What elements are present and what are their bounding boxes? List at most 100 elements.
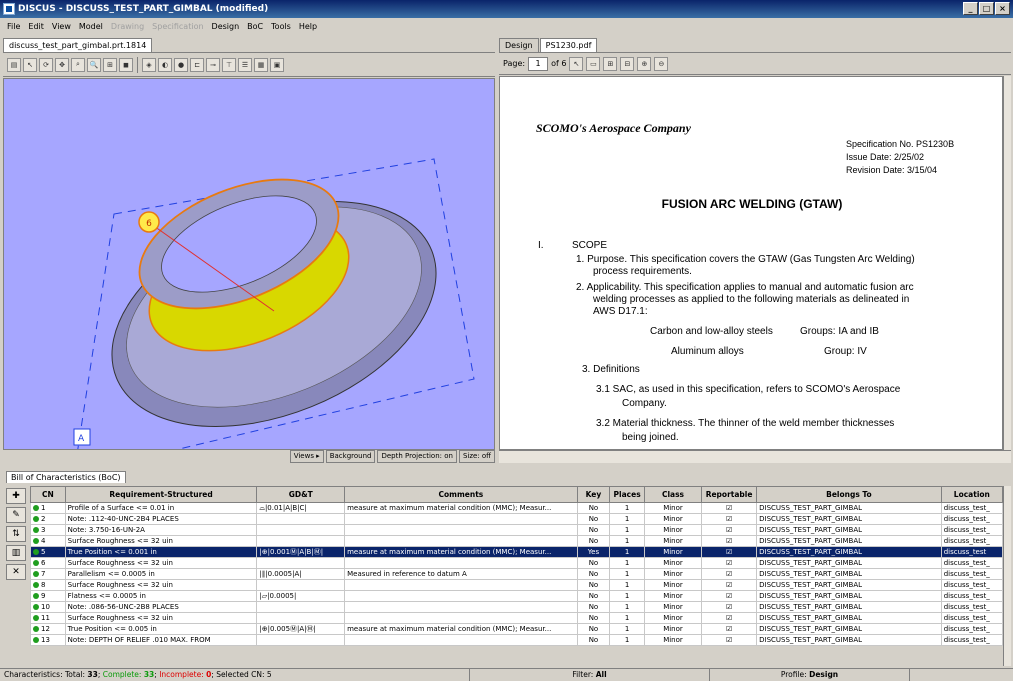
tab-design[interactable]: Design [499,38,539,52]
columns-icon[interactable]: ▥ [6,545,26,561]
grid-icon[interactable]: ▦ [254,57,268,72]
cell-places[interactable]: 1 [609,513,645,525]
tab-pdf[interactable]: PS1230.pdf [539,38,598,52]
cell-places[interactable]: 1 [609,612,645,624]
zoom-in-icon[interactable]: ⊕ [637,56,652,71]
cell-requirement[interactable]: True Position <= 0.005 in [64,623,258,635]
boc-vertical-scrollbar[interactable] [1003,486,1011,666]
rotate-icon[interactable]: ⟳ [39,57,53,72]
cell-requirement[interactable]: Note: 3.750-16-UN-2A [64,524,258,536]
table-row[interactable]: 1 Profile of a Surface <= 0.01 in ⌓|0.01|A… [30,502,1004,514]
cell-location[interactable]: discuss_test_ [940,557,1004,569]
edit-characteristic-icon[interactable]: ✎ [6,507,26,523]
cell-location[interactable]: discuss_test_ [940,535,1004,547]
cell-belongs-to[interactable]: DISCUSS_TEST_PART_GIMBAL [756,546,942,558]
pdf-viewer[interactable]: SCOMO's Aerospace Company Specification … [499,76,1003,450]
table-row[interactable]: 8 Surface Roughness <= 32 uin No 1 Minor ☑ DIS… [30,579,1004,591]
cell-requirement[interactable]: True Position <= 0.001 in [64,546,258,558]
cell-requirement[interactable]: Note: DEPTH OF RELIEF .010 MAX. FROM [64,634,258,646]
cell-belongs-to[interactable]: DISCUSS_TEST_PART_GIMBAL [756,623,942,635]
table-row[interactable]: 11 Surface Roughness <= 32 uin No 1 Minor ☑ DI… [30,612,1004,624]
cell-places[interactable]: 1 [609,502,645,514]
pdf-horizontal-scrollbar[interactable] [499,450,1011,463]
cell-reportable[interactable]: ☑ [701,535,758,547]
cell-gdt[interactable] [256,535,346,547]
col-cn[interactable]: CN [30,486,66,503]
menu-model[interactable]: Model [75,22,107,31]
cell-belongs-to[interactable]: DISCUSS_TEST_PART_GIMBAL [756,535,942,547]
pointer-icon[interactable]: ↖ [23,57,37,72]
menu-design[interactable]: Design [208,22,244,31]
cell-comments[interactable]: measure at maximum material condition (M… [344,623,578,635]
cell-requirement[interactable]: Note: .086-56-UNC-2B8 PLACES [64,601,258,613]
datum-icon[interactable]: ⊤ [222,57,236,72]
cell-comments[interactable] [344,513,578,525]
cell-cn[interactable]: 2 [30,513,66,525]
cell-requirement[interactable]: Profile of a Surface <= 0.01 in [64,502,258,514]
cell-gdt[interactable] [256,634,346,646]
cell-key[interactable]: No [576,590,611,602]
cell-cn[interactable]: 12 [30,623,66,635]
cell-location[interactable]: discuss_test_ [940,568,1004,580]
cell-comments[interactable]: measure at maximum material condition (M… [344,546,578,558]
cell-belongs-to[interactable]: DISCUSS_TEST_PART_GIMBAL [756,568,942,580]
cell-belongs-to[interactable]: DISCUSS_TEST_PART_GIMBAL [756,634,942,646]
cell-key[interactable]: No [576,579,611,591]
cell-cn[interactable]: 11 [30,612,66,624]
cell-class[interactable]: Minor [643,568,703,580]
cell-reportable[interactable]: ☑ [701,513,758,525]
add-characteristic-icon[interactable]: ✚ [6,488,26,504]
menu-specification[interactable]: Specification [148,22,207,31]
cell-reportable[interactable]: ☑ [701,546,758,558]
cell-location[interactable]: discuss_test_ [940,513,1004,525]
cell-places[interactable]: 1 [609,546,645,558]
cell-cn[interactable]: 5 [30,546,66,558]
cell-gdt[interactable] [256,557,346,569]
cell-location[interactable]: discuss_test [940,546,1004,558]
zoom-out-icon[interactable]: ⊖ [654,56,669,71]
zoom-icon[interactable]: 🔍 [87,57,101,72]
cell-location[interactable]: discuss_test_ [940,524,1004,536]
table-row[interactable]: 10 Note: .086-56-UNC-2B8 PLACES No 1 Minor ☑ D… [30,601,1004,613]
cell-class[interactable]: Minor [643,634,703,646]
menu-boc[interactable]: BoC [243,22,267,31]
cell-cn[interactable]: 1 [30,502,66,514]
menu-view[interactable]: View [48,22,75,31]
image-icon[interactable]: ▣ [270,57,284,72]
cell-key[interactable]: No [576,612,611,624]
cell-belongs-to[interactable]: DISCUSS_TEST_PART_GIMBAL [756,524,942,536]
cell-comments[interactable] [344,601,578,613]
cell-belongs-to[interactable]: DISCUSS_TEST_PART_GIMBAL [756,612,942,624]
zoom-region-icon[interactable]: ⌕ [71,57,85,72]
color-icon[interactable]: ● [174,57,188,72]
menu-drawing[interactable]: Drawing [107,22,148,31]
cell-requirement[interactable]: Surface Roughness <= 32 uin [64,579,258,591]
cell-key[interactable]: No [576,601,611,613]
table-row[interactable]: 3 Note: 3.750-16-UN-2A No 1 Minor ☑ DISCUSS_TE… [30,524,1004,536]
cell-requirement[interactable]: Flatness <= 0.0005 in [64,590,258,602]
restore-button[interactable]: □ [979,2,994,15]
cell-gdt[interactable] [256,601,346,613]
cell-cn[interactable]: 9 [30,590,66,602]
cell-class[interactable]: Minor [643,546,703,558]
cell-class[interactable]: Minor [643,623,703,635]
cell-places[interactable]: 1 [609,568,645,580]
cell-gdt[interactable]: ⌓|0.01|A|B|C| [256,502,346,514]
cell-places[interactable]: 1 [609,524,645,536]
section-icon[interactable]: ⊏ [190,57,204,72]
cell-gdt[interactable] [256,579,346,591]
cell-class[interactable]: Minor [643,579,703,591]
cell-places[interactable]: 1 [609,634,645,646]
cell-comments[interactable]: measure at maximum material condition (M… [344,502,578,514]
cell-class[interactable]: Minor [643,502,703,514]
cell-reportable[interactable]: ☑ [701,524,758,536]
page-number-input[interactable]: 1 [528,56,549,71]
sort-icon[interactable]: ⇅ [6,526,26,542]
col-class[interactable]: Class [643,486,703,503]
col-gdt[interactable]: GD&T [256,486,346,503]
cell-reportable[interactable]: ☑ [701,623,758,635]
cell-gdt[interactable]: |∥|0.0005|A| [256,568,346,580]
cell-class[interactable]: Minor [643,513,703,525]
cell-reportable[interactable]: ☑ [701,568,758,580]
cell-comments[interactable] [344,579,578,591]
